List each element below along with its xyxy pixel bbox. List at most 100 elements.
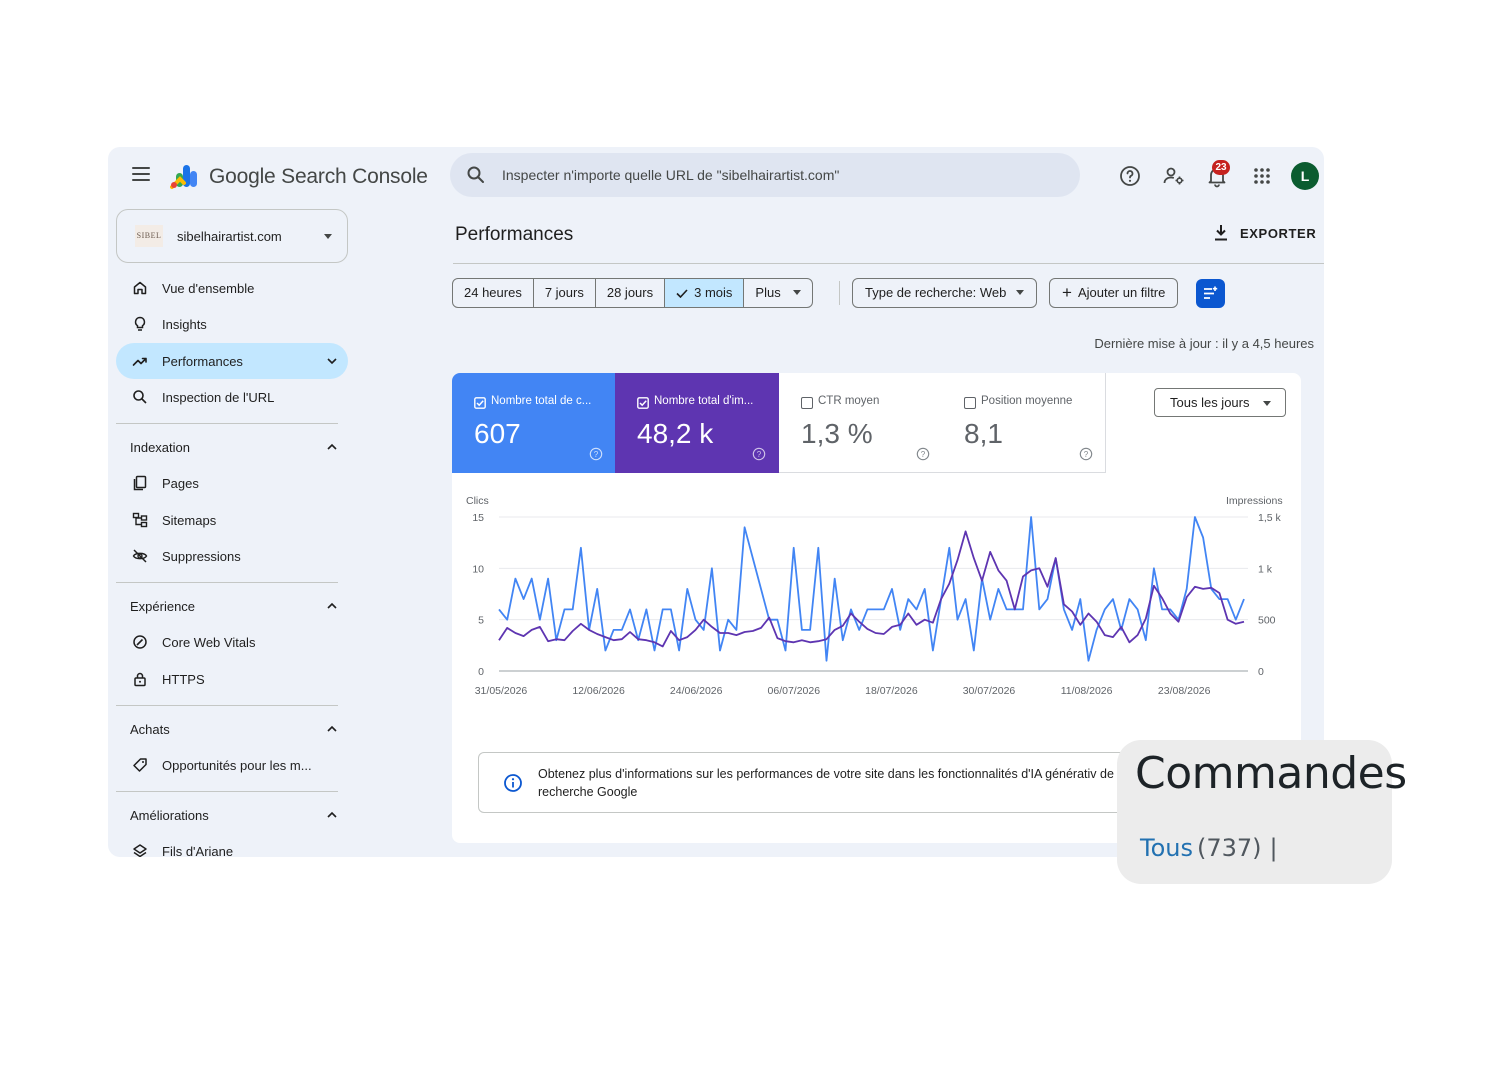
chevron-down-icon[interactable] <box>326 355 338 367</box>
search-input[interactable] <box>502 153 1062 197</box>
y-right-tick-label: 500 <box>1258 615 1276 627</box>
title-divider <box>453 263 1324 264</box>
range-3m[interactable]: 3 mois <box>665 279 745 307</box>
property-selector[interactable]: SIBEL sibelhairartist.com <box>116 209 348 263</box>
x-tick-label: 23/08/2026 <box>1158 685 1211 697</box>
sidebar-item-label: Sitemaps <box>162 513 217 528</box>
menu-icon[interactable] <box>132 167 150 181</box>
sidebar-item-url-inspection[interactable]: Inspection de l'URL <box>116 379 348 415</box>
sidebar-item-label: Opportunités pour les m... <box>162 758 312 773</box>
x-tick-label: 11/08/2026 <box>1061 685 1113 697</box>
user-settings-icon[interactable] <box>1162 164 1186 188</box>
add-filter-button[interactable]: + Ajouter un filtre <box>1049 278 1179 308</box>
y-right-tick-label: 1,5 k <box>1258 512 1282 524</box>
x-tick-label: 31/05/2026 <box>475 685 528 697</box>
sidebar-divider <box>116 582 338 583</box>
section-title: Améliorations <box>130 808 209 823</box>
dropdown-arrow-icon <box>792 290 801 295</box>
property-thumbnail: SIBEL <box>135 225 163 247</box>
property-name: sibelhairartist.com <box>177 229 282 244</box>
trending-up-icon <box>132 357 147 366</box>
y-left-tick-label: 5 <box>478 615 484 627</box>
range-24h[interactable]: 24 heures <box>453 279 534 307</box>
chevron-up-icon[interactable] <box>326 809 338 821</box>
ai-features-info-banner: Obtenez plus d'informations sur les perf… <box>478 752 1178 813</box>
sidebar-item-label: Fils d'Ariane <box>162 844 234 857</box>
section-title: Achats <box>130 722 170 737</box>
orders-filter-count: (737) <box>1196 834 1262 862</box>
url-inspection-search[interactable] <box>450 153 1080 197</box>
section-shopping[interactable]: Achats <box>116 711 348 747</box>
sidebar-item-label: Core Web Vitals <box>162 635 256 650</box>
gauge-icon <box>133 635 147 649</box>
range-7d[interactable]: 7 jours <box>534 279 596 307</box>
series-line-impressions <box>498 530 1245 648</box>
x-tick-label: 24/06/2026 <box>670 685 723 697</box>
last-update-text: Dernière mise à jour : il y a 4,5 heures <box>1094 336 1314 351</box>
eye-off-icon <box>132 549 148 563</box>
range-28d[interactable]: 28 jours <box>596 279 666 307</box>
plus-icon: + <box>1062 283 1072 302</box>
product-name: Google Search Console <box>209 165 428 188</box>
info-text: Obtenez plus d'informations sur les perf… <box>538 767 1128 799</box>
x-tick-label: 18/07/2026 <box>865 685 918 697</box>
sidebar-item-removals[interactable]: Suppressions <box>116 538 348 574</box>
download-icon <box>1215 225 1227 241</box>
sidebar-item-label: Vue d'ensemble <box>162 281 255 296</box>
sidebar-item-performances[interactable]: Performances <box>116 343 348 379</box>
avatar[interactable]: L <box>1291 162 1319 190</box>
date-range-selector: 24 heures 7 jours 28 jours 3 mois Plus <box>452 278 813 308</box>
sidebar-item-label: Insights <box>162 317 207 332</box>
filter-options-button[interactable] <box>1196 279 1225 308</box>
sidebar-item-label: HTTPS <box>162 672 205 687</box>
sidebar-item-sitemaps[interactable]: Sitemaps <box>116 502 348 538</box>
lightbulb-icon <box>134 316 146 331</box>
chevron-up-icon[interactable] <box>326 723 338 735</box>
section-indexation[interactable]: Indexation <box>116 429 348 465</box>
y-left-tick-label: 0 <box>478 666 484 678</box>
y-right-tick-label: 1 k <box>1258 563 1273 575</box>
filter-icon <box>1204 286 1218 299</box>
section-title: Indexation <box>130 440 190 455</box>
pages-icon <box>133 475 147 491</box>
search-console-logo <box>170 165 197 189</box>
dropdown-arrow-icon <box>1016 290 1025 295</box>
home-icon <box>133 281 147 295</box>
sidebar-item-label: Pages <box>162 476 199 491</box>
section-enhancements[interactable]: Améliorations <box>116 797 348 833</box>
sidebar-item-label: Inspection de l'URL <box>162 390 275 405</box>
sidebar-divider <box>116 423 338 424</box>
lock-icon <box>134 672 146 687</box>
performance-chart: 15 1,5 k 10 1 k 5 500 0 0 31/05/2026 12/06/2026 24… <box>472 512 1282 697</box>
chevron-up-icon[interactable] <box>326 600 338 612</box>
range-more[interactable]: Plus <box>744 279 811 307</box>
x-tick-label: 30/07/2026 <box>963 685 1016 697</box>
help-icon[interactable] <box>1118 164 1142 188</box>
section-experience[interactable]: Expérience <box>116 588 348 624</box>
search-icon <box>133 390 147 404</box>
x-tick-label: 06/07/2026 <box>768 685 821 697</box>
sidebar-item-https[interactable]: HTTPS <box>116 661 348 697</box>
sidebar-item-merchant-opportunities[interactable]: Opportunités pour les m... <box>116 747 348 783</box>
sidebar-item-insights[interactable]: Insights <box>116 306 348 342</box>
chevron-down-icon <box>324 234 332 239</box>
sidebar-item-overview[interactable]: Vue d'ensemble <box>116 270 348 306</box>
orders-filter-all-link[interactable]: Tous <box>1140 834 1193 862</box>
sitemap-icon <box>132 512 148 528</box>
filter-separator <box>839 281 840 305</box>
orders-title: Commandes <box>1135 748 1407 799</box>
search-type-filter[interactable]: Type de recherche: Web <box>852 278 1038 308</box>
sidebar-item-breadcrumbs[interactable]: Fils d'Ariane <box>116 833 348 857</box>
sidebar-item-pages[interactable]: Pages <box>116 465 348 501</box>
apps-grid-icon[interactable] <box>1250 164 1274 188</box>
sidebar-item-label: Suppressions <box>162 549 241 564</box>
chevron-up-icon[interactable] <box>326 441 338 453</box>
layers-icon <box>133 844 147 857</box>
section-title: Expérience <box>130 599 196 614</box>
sidebar-item-label: Performances <box>162 354 243 369</box>
y-left-tick-label: 15 <box>472 512 484 524</box>
info-icon <box>504 774 522 792</box>
sidebar-item-core-web-vitals[interactable]: Core Web Vitals <box>116 624 348 660</box>
tag-icon <box>133 758 147 772</box>
orders-filter-separator: | <box>1269 834 1278 862</box>
